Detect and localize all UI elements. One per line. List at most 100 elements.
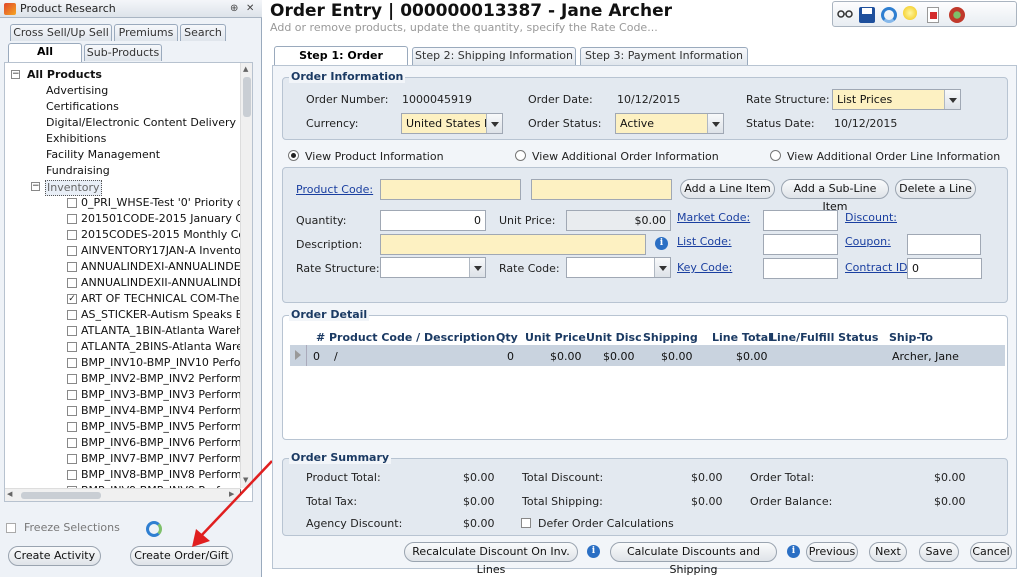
coupon-input[interactable]: [907, 234, 981, 255]
description-input[interactable]: [380, 234, 646, 255]
tab-step-2[interactable]: Step 2: Shipping Information: [412, 47, 576, 66]
tree-product-item[interactable]: 201501CODE-2015 January Co: [81, 212, 250, 226]
col-product-code[interactable]: Product Code / Description: [329, 331, 495, 344]
chevron-down-icon[interactable]: [486, 114, 502, 133]
product-checkbox[interactable]: [67, 262, 77, 272]
save-button[interactable]: Save: [919, 542, 959, 562]
col-status[interactable]: Line/Fulfill Status: [770, 331, 878, 344]
tree-vertical-scrollbar[interactable]: ▲ ▼: [240, 63, 252, 488]
tree-product-item[interactable]: ATLANTA_1BIN-Atlanta Wareh: [81, 324, 243, 338]
refresh-icon[interactable]: [881, 7, 897, 23]
refresh-icon[interactable]: [146, 521, 162, 537]
tree-node-inventory[interactable]: Inventory: [45, 180, 102, 196]
product-checkbox[interactable]: [67, 230, 77, 240]
tree-category[interactable]: Certifications: [46, 100, 119, 114]
defer-calculations-checkbox[interactable]: [521, 518, 531, 528]
tab-sub-products[interactable]: Sub-Products: [84, 44, 162, 61]
product-checkbox[interactable]: [67, 374, 77, 384]
chevron-down-icon[interactable]: [654, 258, 670, 277]
collapse-all-icon[interactable]: −: [11, 70, 20, 79]
delete-line-button[interactable]: Delete a Line: [895, 179, 976, 199]
product-checkbox[interactable]: [67, 278, 77, 288]
currency-select[interactable]: United States D: [401, 113, 503, 134]
scroll-left-icon[interactable]: ◀: [7, 490, 12, 498]
info-icon[interactable]: i: [787, 545, 800, 558]
tab-step-3[interactable]: Step 3: Payment Information: [580, 47, 748, 66]
product-checkbox[interactable]: [67, 246, 77, 256]
cancel-button[interactable]: Cancel: [970, 542, 1012, 562]
add-line-item-button[interactable]: Add a Line Item: [680, 179, 775, 199]
product-checkbox[interactable]: [67, 326, 77, 336]
lightbulb-icon[interactable]: [903, 6, 917, 20]
scroll-up-icon[interactable]: ▲: [243, 65, 248, 73]
product-checkbox[interactable]: [67, 438, 77, 448]
tree-product-item[interactable]: AINVENTORY17JAN-A Inventor: [81, 244, 245, 258]
col-ship-to[interactable]: Ship-To: [889, 331, 933, 344]
info-icon[interactable]: i: [587, 545, 600, 558]
product-checkbox[interactable]: [67, 310, 77, 320]
glasses-icon[interactable]: [837, 9, 853, 19]
discount-link[interactable]: Discount:: [845, 211, 897, 224]
col-qty[interactable]: Qty: [496, 331, 518, 344]
coupon-link[interactable]: Coupon:: [845, 235, 891, 248]
tab-search[interactable]: Search: [180, 24, 226, 41]
tree-product-item[interactable]: BMP_INV4-BMP_INV4 Perform: [81, 404, 242, 418]
product-checkbox[interactable]: [67, 406, 77, 416]
settings-icon[interactable]: [949, 7, 965, 23]
close-icon[interactable]: ✕: [246, 0, 254, 18]
tree-product-item[interactable]: BMP_INV10-BMP_INV10 Perfor: [81, 356, 245, 370]
order-status-select[interactable]: Active: [615, 113, 724, 134]
tree-product-item[interactable]: AS_STICKER-Autism Speaks Bu: [81, 308, 250, 322]
col-unit-price[interactable]: Unit Price: [525, 331, 586, 344]
contract-id-link[interactable]: Contract ID:: [845, 261, 911, 274]
col-line-total[interactable]: Line Total: [712, 331, 772, 344]
pin-icon[interactable]: ⊕: [230, 0, 238, 18]
tree-category[interactable]: Fundraising: [46, 164, 110, 178]
pdf-icon[interactable]: [927, 7, 939, 23]
view-additional-line-label[interactable]: View Additional Order Line Information: [787, 150, 1000, 163]
tree-product-item[interactable]: ATLANTA_2BINS-Atlanta Ware: [81, 340, 243, 354]
tree-root-all-products[interactable]: All Products: [27, 68, 102, 82]
view-additional-line-radio[interactable]: [770, 150, 781, 161]
key-code-link[interactable]: Key Code:: [677, 261, 732, 274]
h-scroll-thumb[interactable]: [21, 492, 101, 499]
tab-premiums[interactable]: Premiums: [114, 24, 178, 41]
list-code-input[interactable]: [763, 234, 838, 255]
market-code-input[interactable]: [763, 210, 838, 231]
view-additional-order-radio[interactable]: [515, 150, 526, 161]
view-product-info-label[interactable]: View Product Information: [305, 150, 444, 163]
tree-category[interactable]: Exhibitions: [46, 132, 106, 146]
tree-category[interactable]: Facility Management: [46, 148, 160, 162]
product-checkbox[interactable]: [67, 358, 77, 368]
tree-product-item[interactable]: BMP_INV2-BMP_INV2 Perform: [81, 372, 242, 386]
view-additional-order-label[interactable]: View Additional Order Information: [532, 150, 719, 163]
line-rate-structure-select[interactable]: [380, 257, 486, 278]
col-shipping[interactable]: Shipping: [643, 331, 698, 344]
col-num[interactable]: #: [316, 331, 325, 344]
tree-product-item[interactable]: ANNUALINDEXI-ANNUALINDEX: [81, 260, 248, 274]
rate-structure-select[interactable]: List Prices: [832, 89, 961, 110]
product-code-input[interactable]: [380, 179, 521, 200]
quantity-input[interactable]: 0: [380, 210, 486, 231]
add-sub-line-item-button[interactable]: Add a Sub-Line Item: [781, 179, 889, 213]
market-code-link[interactable]: Market Code:: [677, 211, 750, 224]
product-checkbox[interactable]: [67, 470, 77, 480]
key-code-input[interactable]: [763, 258, 838, 279]
recalculate-discount-button[interactable]: Recalculate Discount On Inv. Lines: [404, 542, 578, 576]
previous-button[interactable]: Previous: [806, 542, 858, 562]
next-button[interactable]: Next: [869, 542, 907, 562]
view-product-info-radio[interactable]: [288, 150, 299, 161]
tree-product-item[interactable]: BMP_INV3-BMP_INV3 Perform: [81, 388, 242, 402]
chevron-down-icon[interactable]: [707, 114, 723, 133]
save-icon[interactable]: [859, 7, 875, 23]
freeze-selections-checkbox[interactable]: [6, 523, 16, 533]
tree-product-item[interactable]: BMP_INV5-BMP_INV5 Perform: [81, 420, 242, 434]
product-checkbox[interactable]: ✓: [67, 294, 77, 304]
rate-code-select[interactable]: [566, 257, 671, 278]
contract-id-input[interactable]: 0: [907, 258, 982, 279]
calculate-discounts-button[interactable]: Calculate Discounts and Shipping: [610, 542, 777, 576]
tab-cross-sell[interactable]: Cross Sell/Up Sell: [10, 24, 112, 41]
product-checkbox[interactable]: [67, 198, 77, 208]
tab-all-products[interactable]: All Products: [8, 43, 82, 74]
info-icon[interactable]: i: [655, 237, 668, 250]
